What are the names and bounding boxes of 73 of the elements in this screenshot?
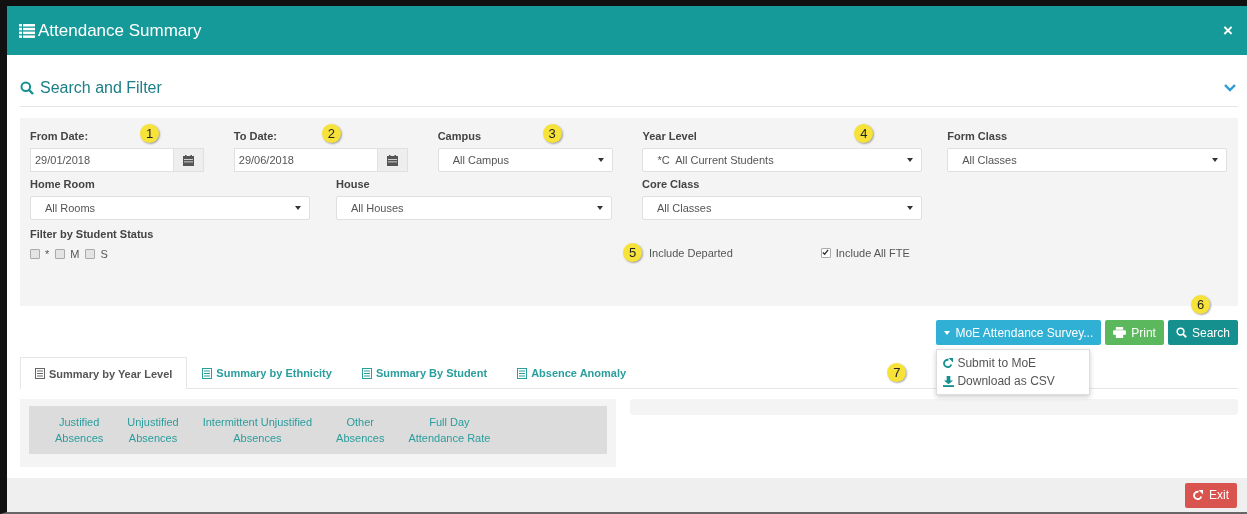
checkbox-label: S [100, 248, 108, 260]
date-field[interactable]: 29/01/2018 [30, 148, 174, 172]
download-icon [943, 375, 955, 387]
search-button[interactable]: Search [1167, 320, 1238, 345]
date-field[interactable]: 29/06/2018 [233, 148, 378, 172]
callout-number: 3 [542, 124, 562, 143]
callout-number: 2 [321, 124, 341, 143]
callout-number: 7 [887, 363, 907, 382]
field-label: Form Class [947, 130, 1008, 142]
table-icon [361, 367, 372, 379]
column-header[interactable]: Other Absences [324, 414, 397, 446]
print-button[interactable]: Print [1105, 320, 1164, 345]
select-field[interactable]: All Classes [947, 148, 1228, 172]
calendar-button[interactable] [377, 148, 408, 172]
tab[interactable]: Absence Anomaly [502, 357, 642, 388]
callout-number: 5 [623, 243, 642, 262]
download-menu-item[interactable]: Download as CSV [937, 372, 1090, 390]
column-header[interactable]: Intermittent Unjustified Absences [190, 414, 325, 446]
table-icon [35, 368, 45, 379]
checkbox[interactable] [820, 247, 831, 258]
exit-button[interactable]: Exit [1185, 482, 1237, 508]
callout-number: 4 [854, 124, 874, 143]
caret-icon [295, 206, 301, 210]
panel-title: Search and Filter [40, 78, 162, 97]
tab[interactable]: Summary by Year Level [20, 357, 188, 389]
caret-icon [944, 330, 951, 335]
callout-number: 1 [140, 124, 159, 143]
checkbox-label: M [70, 248, 80, 260]
survey-dropdown-button[interactable]: MoE Attendance Survey... [936, 320, 1102, 345]
table-icon [517, 367, 528, 379]
list-icon [19, 23, 35, 38]
select-field[interactable]: All Campus [437, 148, 613, 172]
calendar-icon [386, 154, 398, 166]
search-icon [1175, 327, 1187, 338]
field-label: House [336, 178, 370, 190]
checkbox-label: Include Departed [649, 246, 733, 259]
checkbox[interactable] [55, 249, 66, 259]
checkbox-label: Include All FTE [835, 246, 910, 259]
select-field[interactable]: *C All Current Students [642, 148, 923, 172]
calendar-icon [183, 154, 194, 166]
submit-menu-item[interactable]: Submit to MoE [937, 354, 1090, 372]
checkbox[interactable] [30, 249, 40, 259]
field-label: Home Room [30, 178, 95, 190]
printer-icon [1113, 327, 1127, 338]
checkbox-label: * [45, 248, 50, 260]
caret-icon [597, 206, 603, 210]
field-label: Core Class [642, 178, 700, 190]
caret-icon [597, 158, 604, 162]
field-label: Filter by Student Status [30, 228, 155, 240]
table-icon [202, 367, 213, 379]
column-header[interactable]: Full Day Attendance Rate [396, 414, 503, 446]
chevron-icon[interactable] [1224, 83, 1236, 92]
tab[interactable]: Summary by Ethnicity [187, 357, 347, 388]
select-field[interactable]: All Houses [336, 196, 612, 220]
checkbox[interactable] [85, 249, 96, 259]
field-label: To Date: [233, 130, 277, 142]
tab[interactable]: Summary By Student [346, 357, 503, 388]
field-label: Campus [437, 130, 482, 142]
caret-icon [907, 206, 913, 210]
calendar-button[interactable] [174, 148, 204, 172]
column-header[interactable]: Unjustified Absences [115, 414, 191, 446]
window-title: Attendance Summary [38, 20, 202, 41]
select-field[interactable]: All Rooms [30, 196, 310, 220]
caret-icon [1212, 158, 1219, 162]
field-label: Year Level [642, 130, 697, 142]
share-icon [943, 357, 955, 369]
column-header[interactable]: Justified Absences [43, 414, 116, 446]
select-field[interactable]: All Classes [642, 196, 922, 220]
search-icon [20, 80, 34, 95]
close-button[interactable]: × [1221, 20, 1235, 41]
caret-icon [907, 158, 914, 162]
exit-icon [1193, 489, 1204, 501]
field-label: From Date: [30, 130, 89, 142]
